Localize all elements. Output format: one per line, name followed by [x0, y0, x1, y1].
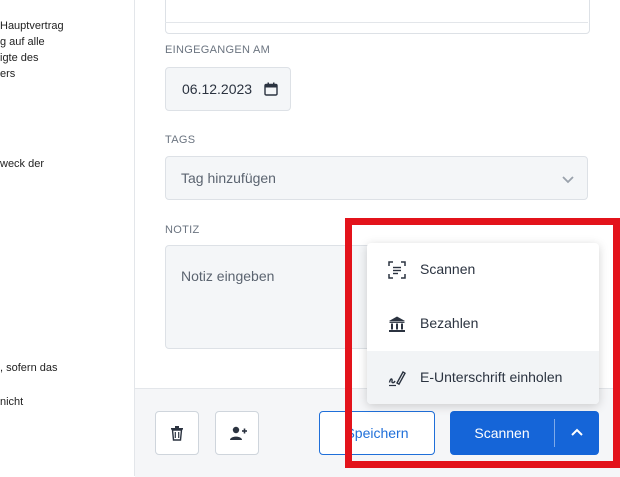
- scan-button[interactable]: Scannen: [450, 411, 554, 455]
- save-button[interactable]: Speichern: [319, 411, 435, 455]
- save-button-label: Speichern: [345, 425, 409, 441]
- document-text-line: , sofern das: [0, 362, 58, 374]
- document-form: EINGEGANGEN AM 06.12.2023 TAGS Tag hinzu…: [135, 0, 620, 477]
- document-preview: Hauptvertrag g auf alle igte des ers wec…: [0, 0, 134, 476]
- menu-item-pay[interactable]: Bezahlen: [367, 297, 599, 351]
- received-date-value: 06.12.2023: [182, 81, 253, 97]
- document-text-line: igte des: [0, 52, 39, 64]
- received-date-label: EINGEGANGEN AM: [165, 44, 271, 56]
- previous-field-input[interactable]: [165, 0, 590, 34]
- assign-user-button[interactable]: [215, 411, 259, 455]
- menu-item-label: Bezahlen: [420, 315, 479, 331]
- document-text-line: g auf alle: [0, 36, 45, 48]
- document-text-line: nicht: [0, 396, 24, 408]
- note-label: NOTIZ: [165, 224, 200, 236]
- tags-label: TAGS: [165, 134, 196, 146]
- calendar-icon[interactable]: [264, 82, 278, 101]
- menu-item-scan[interactable]: Scannen: [367, 243, 599, 297]
- menu-item-label: E-Unterschrift einholen: [420, 369, 563, 385]
- received-date-input[interactable]: 06.12.2023: [165, 67, 291, 111]
- tags-select[interactable]: Tag hinzufügen: [165, 156, 588, 200]
- document-text-line: ers: [0, 68, 16, 80]
- tags-placeholder: Tag hinzufügen: [181, 170, 276, 186]
- menu-item-esignature[interactable]: E-Unterschrift einholen: [367, 351, 599, 404]
- scan-button-label: Scannen: [474, 425, 530, 441]
- chevron-down-icon: [561, 172, 575, 190]
- note-placeholder: Notiz eingeben: [181, 268, 275, 284]
- menu-item-label: Scannen: [420, 261, 476, 277]
- scan-menu-toggle[interactable]: [555, 411, 599, 455]
- section-divider: [165, 22, 588, 23]
- delete-button[interactable]: [155, 411, 199, 455]
- scan-options-menu: Scannen Bezahlen E-Unterschrift einholen: [367, 243, 599, 404]
- document-text-line: Hauptvertrag: [0, 20, 64, 32]
- scan-split-button: Scannen: [450, 411, 599, 455]
- document-text-line: weck der: [0, 158, 45, 170]
